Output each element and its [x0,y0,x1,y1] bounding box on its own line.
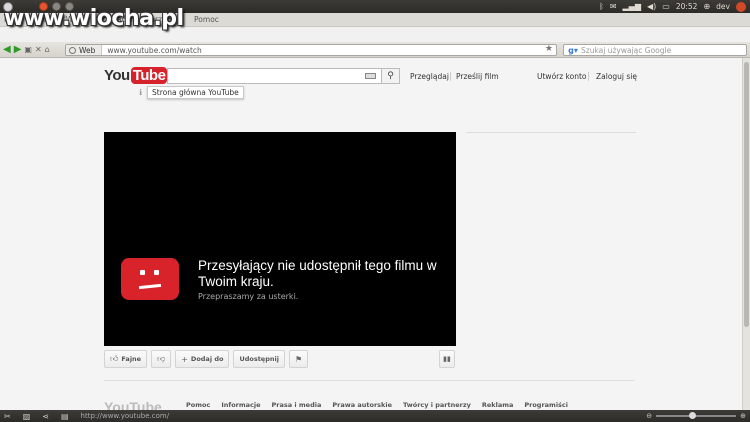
thumbs-up-icon: 👍︎ [110,354,119,363]
power-icon[interactable] [736,1,746,12]
logo-tooltip: Strona główna YouTube [147,86,244,99]
site-identity[interactable]: Web [66,45,103,55]
share-icon[interactable]: ⋖ [42,412,49,421]
video-player[interactable]: Przesyłający nie udostępnił tego filmu w… [104,132,456,346]
youtube-search-button[interactable]: ⚲ [381,68,400,84]
sad-tv-mouth [138,283,162,290]
footer-link-about[interactable]: Informacje [221,401,260,409]
keyboard-icon[interactable] [365,73,376,79]
system-tray: ᛒ ✉ ▂▄▆ ◀) ▭ 20:52 ⊕ dev [599,0,746,13]
bookmark-star-icon[interactable]: ★ [545,44,553,54]
search-bar[interactable]: g▾ Szukaj używając Google [563,44,747,56]
zoom-slider[interactable] [656,412,737,419]
network-signal-icon[interactable]: ▂▄▆ [623,2,641,11]
menu-help[interactable]: Pomoc [194,15,219,24]
sad-tv-eye [140,270,145,275]
footer-link-developers[interactable]: Programiści [524,401,568,409]
volume-icon[interactable]: ◀) [647,2,656,11]
page-icon[interactable]: ▤ [61,412,69,421]
footer-link-creators[interactable]: Twórcy i partnerzy [403,401,471,409]
desktop: ᛒ ✉ ▂▄▆ ◀) ▭ 20:52 ⊕ dev Plik Edycja Wid… [0,0,750,422]
plus-icon: + [181,354,188,364]
logo-tube: Tube [130,67,168,84]
create-account-link[interactable]: Utwórz konto [537,72,587,81]
sign-in-link[interactable]: Zaloguj się [596,72,637,81]
web-page: You Tube ⚲ Przeglądaj Prześlij film Utwó… [0,58,742,415]
browse-link[interactable]: Przeglądaj [410,72,449,81]
nav-divider [450,72,451,81]
zoom-out-icon[interactable]: ⊖ [646,412,652,420]
address-bar[interactable]: Web www.youtube.com/watch ★ [65,44,557,56]
share-button[interactable]: Udostępnij [233,350,285,368]
accessibility-icon[interactable]: ⊕ [703,2,710,11]
bar-chart-icon: ▮▮ [443,355,451,363]
scrollbar-thumb[interactable] [744,62,749,327]
globe-icon [69,46,76,54]
footer-link-press[interactable]: Prasa i media [272,401,322,409]
clock[interactable]: 20:52 [676,2,698,11]
stats-button[interactable]: ▮▮ [439,350,455,368]
zoom-slider-knob[interactable] [689,412,697,419]
footer-link-help[interactable]: Pomoc [186,401,210,409]
like-button[interactable]: 👍︎ Fajne [104,350,148,368]
youtube-logo[interactable]: You Tube [104,67,168,84]
bluetooth-icon[interactable]: ᛒ [599,2,604,11]
bookmark-page-icon[interactable]: ▣ [24,45,32,54]
upload-link[interactable]: Prześlij film [456,72,499,81]
footer-links: Pomoc Informacje Prasa i media Prawa aut… [186,401,568,409]
mail-icon[interactable]: ✉ [610,2,617,11]
image-icon[interactable]: ▨ [23,412,31,421]
url-text[interactable]: www.youtube.com/watch [102,46,201,55]
footer-link-advertising[interactable]: Reklama [482,401,514,409]
browser-toolbar: ◀ ▶ ▣ ✕ ⌂ Web www.youtube.com/watch ★ g▾… [0,42,750,58]
status-bar: ✂ ▨ ⋖ ▤ http://www.youtube.com/ ⊖ ⊕ [0,410,750,422]
google-icon[interactable]: g▾ [567,45,579,55]
home-icon[interactable]: ⌂ [45,45,50,54]
tooltip-pointer-icon: ℹ [139,88,143,97]
user-name[interactable]: dev [716,2,730,11]
zoom-control: ⊖ ⊕ [646,410,746,422]
flag-icon: ⚑ [294,354,303,364]
page-scrollbar[interactable] [742,58,750,410]
footer-divider [104,380,634,381]
magnifier-icon: ⚲ [387,71,394,81]
watermark: www.wiocha.pl [4,6,184,31]
battery-icon[interactable]: ▭ [662,2,670,11]
error-subtitle: Przepraszamy za usterki. [198,292,299,301]
error-title: Przesyłający nie udostępnił tego filmu w… [198,258,437,289]
zoom-in-icon[interactable]: ⊕ [740,412,746,420]
nav-buttons: ◀ ▶ ▣ ✕ ⌂ [0,44,64,55]
thumbs-down-icon: 👎︎ [157,354,166,363]
status-url: http://www.youtube.com/ [80,412,170,420]
video-actions: 👍︎ Fajne 👎︎ + Dodaj do Udostępnij ⚑ [104,350,309,368]
share-label: Udostępnij [239,355,279,363]
nav-divider [588,72,589,81]
dislike-button[interactable]: 👎︎ [151,350,172,368]
search-placeholder[interactable]: Szukaj używając Google [581,46,671,55]
tools-icon[interactable]: ✂ [4,412,11,421]
site-identity-label: Web [79,45,96,55]
youtube-search-input[interactable] [167,68,382,84]
sad-tv-eye [154,270,159,275]
logo-you: You [104,67,130,84]
add-to-label: Dodaj do [190,355,224,363]
add-to-button[interactable]: + Dodaj do [175,350,230,368]
sad-tv-icon [121,258,179,300]
sidebar-divider [466,132,636,133]
forward-icon[interactable]: ▶ [14,44,22,55]
flag-button[interactable]: ⚑ [288,350,309,368]
like-label: Fajne [121,355,142,363]
footer-link-copyright[interactable]: Prawa autorskie [332,401,392,409]
back-icon[interactable]: ◀ [3,44,11,55]
stop-icon[interactable]: ✕ [35,45,42,54]
